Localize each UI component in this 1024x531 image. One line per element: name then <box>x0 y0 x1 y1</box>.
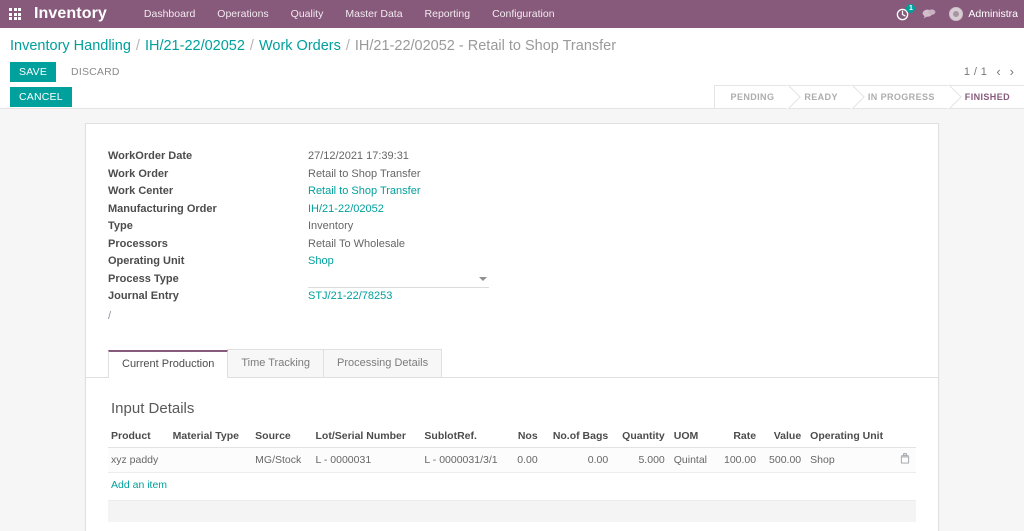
chat-bubble-icon[interactable] <box>922 8 936 20</box>
field-value-work-center[interactable]: Retail to Shop Transfer <box>308 183 916 201</box>
col-nos: Nos <box>511 427 543 448</box>
apps-grid-icon[interactable] <box>0 0 30 28</box>
notebook-tabs: Current Production Time Tracking Process… <box>86 350 938 378</box>
field-label-processors: Processors <box>108 236 308 254</box>
app-brand-title[interactable]: Inventory <box>34 5 107 23</box>
breadcrumb-item-work-orders[interactable]: Work Orders <box>259 38 341 54</box>
breadcrumb-item-current: IH/21-22/02052 - Retail to Shop Transfer <box>355 38 616 54</box>
breadcrumb: Inventory Handling / IH/21-22/02052 / Wo… <box>0 28 1024 58</box>
status-stage-pending[interactable]: PENDING <box>714 85 789 109</box>
cell-uom[interactable]: Quintal <box>671 448 717 473</box>
record-pager: 1 / 1 ‹ › <box>964 65 1014 78</box>
top-navbar: Inventory Dashboard Operations Quality M… <box>0 0 1024 28</box>
field-value-journal-entry[interactable]: STJ/21-22/78253 <box>308 288 916 306</box>
menu-item-reporting[interactable]: Reporting <box>414 1 482 27</box>
content-area: WorkOrder Date 27/12/2021 17:39:31 Work … <box>0 109 1024 531</box>
user-menu[interactable]: Administra <box>949 7 1018 21</box>
clock-activity-icon[interactable]: 1 <box>896 8 909 21</box>
col-operating-unit: Operating Unit <box>807 427 897 448</box>
breadcrumb-item-inventory-handling[interactable]: Inventory Handling <box>10 38 131 54</box>
cell-value[interactable]: 500.00 <box>762 448 807 473</box>
tab-current-production[interactable]: Current Production <box>108 350 228 378</box>
menu-item-quality[interactable]: Quality <box>280 1 335 27</box>
main-menu: Dashboard Operations Quality Master Data… <box>133 1 566 27</box>
cell-quantity[interactable]: 5.000 <box>614 448 671 473</box>
cell-rate[interactable]: 100.00 <box>717 448 762 473</box>
pager-next-button[interactable]: › <box>1010 65 1014 78</box>
form-trailing-text: / <box>108 306 916 326</box>
cell-sublot-ref[interactable]: L - 0000031/3/1 <box>421 448 511 473</box>
cell-lot-serial-number[interactable]: L - 0000031 <box>313 448 422 473</box>
field-value-type: Inventory <box>308 218 916 236</box>
col-material-type: Material Type <box>170 427 253 448</box>
col-sublot-ref: SublotRef. <box>421 427 511 448</box>
field-label-work-center: Work Center <box>108 183 308 201</box>
breadcrumb-separator: / <box>346 38 350 54</box>
work-order-form: WorkOrder Date 27/12/2021 17:39:31 Work … <box>108 148 916 306</box>
col-lot-serial-number: Lot/Serial Number <box>313 427 422 448</box>
cell-product[interactable]: xyz paddy <box>108 448 170 473</box>
field-value-operating-unit[interactable]: Shop <box>308 253 916 271</box>
breadcrumb-separator: / <box>136 38 140 54</box>
control-panel: SAVE DISCARD 1 / 1 ‹ › <box>0 58 1024 85</box>
process-type-select[interactable] <box>308 271 489 288</box>
field-value-workorder-date: 27/12/2021 17:39:31 <box>308 148 916 166</box>
col-actions <box>897 427 916 448</box>
field-value-processors: Retail To Wholesale <box>308 236 916 254</box>
cell-source[interactable]: MG/Stock <box>252 448 312 473</box>
table-totals-bar <box>108 500 916 522</box>
status-stage-in-progress[interactable]: IN PROGRESS <box>852 85 949 109</box>
statusbar: PENDING READY IN PROGRESS FINISHED <box>714 85 1024 109</box>
field-label-operating-unit: Operating Unit <box>108 253 308 271</box>
menu-item-configuration[interactable]: Configuration <box>481 1 565 27</box>
navbar-right-tools: 1 Administra <box>896 7 1018 21</box>
tab-time-tracking[interactable]: Time Tracking <box>227 349 324 377</box>
field-value-manufacturing-order[interactable]: IH/21-22/02052 <box>308 201 916 219</box>
cell-nos[interactable]: 0.00 <box>511 448 543 473</box>
field-label-workorder-date: WorkOrder Date <box>108 148 308 166</box>
menu-item-operations[interactable]: Operations <box>206 1 279 27</box>
field-label-work-order: Work Order <box>108 166 308 184</box>
form-sheet: WorkOrder Date 27/12/2021 17:39:31 Work … <box>85 123 939 531</box>
field-value-work-order: Retail to Shop Transfer <box>308 166 916 184</box>
input-details-table: Product Material Type Source Lot/Serial … <box>108 427 916 473</box>
cell-operating-unit[interactable]: Shop <box>807 448 897 473</box>
discard-button[interactable]: DISCARD <box>62 62 129 82</box>
col-source: Source <box>252 427 312 448</box>
menu-item-master-data[interactable]: Master Data <box>334 1 413 27</box>
col-value: Value <box>762 427 807 448</box>
col-product: Product <box>108 427 170 448</box>
input-details-title: Input Details <box>108 400 916 417</box>
col-no-of-bags: No.of Bags <box>544 427 615 448</box>
col-quantity: Quantity <box>614 427 671 448</box>
pager-count: 1 / 1 <box>964 66 987 78</box>
username-label: Administra <box>968 8 1018 20</box>
table-row[interactable]: xyz paddy MG/Stock L - 0000031 L - 00000… <box>108 448 916 473</box>
field-label-type: Type <box>108 218 308 236</box>
tab-processing-details[interactable]: Processing Details <box>323 349 442 377</box>
add-an-item-link[interactable]: Add an item <box>108 473 167 491</box>
trash-icon[interactable] <box>897 448 916 473</box>
breadcrumb-item-manufacturing-order[interactable]: IH/21-22/02052 <box>145 38 245 54</box>
cancel-button[interactable]: CANCEL <box>10 87 72 107</box>
col-uom: UOM <box>671 427 717 448</box>
save-button[interactable]: SAVE <box>10 62 56 82</box>
table-header-row: Product Material Type Source Lot/Serial … <box>108 427 916 448</box>
statusbar-row: CANCEL PENDING READY IN PROGRESS FINISHE… <box>0 85 1024 109</box>
field-label-manufacturing-order: Manufacturing Order <box>108 201 308 219</box>
field-label-journal-entry: Journal Entry <box>108 288 308 306</box>
cell-material-type[interactable] <box>170 448 253 473</box>
breadcrumb-separator: / <box>250 38 254 54</box>
avatar <box>949 7 963 21</box>
cell-no-of-bags[interactable]: 0.00 <box>544 448 615 473</box>
activity-count-badge: 1 <box>906 4 915 13</box>
chevron-down-icon <box>479 277 487 281</box>
col-rate: Rate <box>717 427 762 448</box>
pager-previous-button[interactable]: ‹ <box>996 65 1000 78</box>
menu-item-dashboard[interactable]: Dashboard <box>133 1 206 27</box>
field-label-process-type: Process Type <box>108 271 308 289</box>
